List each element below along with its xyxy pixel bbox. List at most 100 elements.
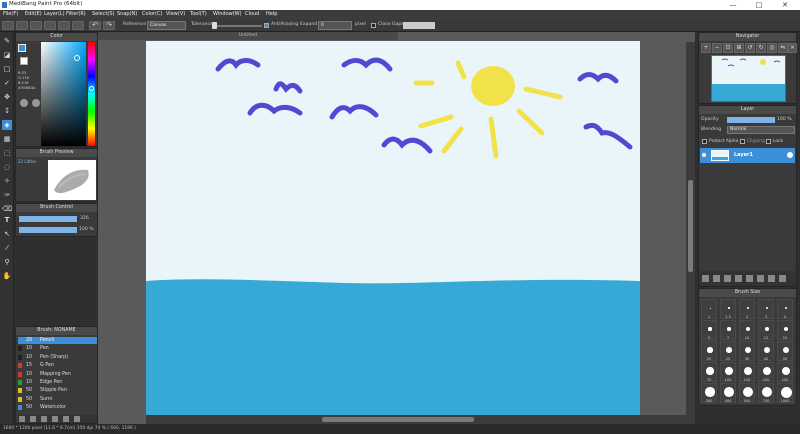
move-layer-down-icon[interactable] [768, 275, 775, 282]
redo-icon[interactable]: ↷ [103, 21, 115, 30]
layer-folder-icon[interactable] [746, 275, 753, 282]
menu-tool[interactable]: Tool(T) [190, 10, 207, 19]
text-tool-icon[interactable]: T [2, 215, 12, 225]
brush-size-option[interactable]: 50 [777, 341, 793, 361]
brush-size-option[interactable]: 250 [777, 362, 793, 382]
navigator-thumbnail[interactable] [711, 55, 786, 102]
brush-size-option[interactable]: 150 [739, 362, 755, 382]
brush-list-item[interactable]: 50 Sumi [18, 396, 97, 403]
brush-size-option[interactable]: 25 [720, 341, 736, 361]
menu-file[interactable]: File(F) [3, 10, 18, 19]
clipping-checkbox[interactable] [740, 139, 745, 144]
brush-size-option[interactable]: 1 [701, 299, 717, 319]
tolerance-slider-handle[interactable] [212, 22, 217, 29]
line-tool-icon[interactable]: ✓ [2, 78, 12, 88]
minimize-button[interactable]: — [722, 0, 744, 10]
operation-tool-icon[interactable]: ↖ [2, 229, 12, 239]
hand-tool-icon[interactable]: ✋ [2, 271, 12, 281]
navigator-close-icon[interactable]: × [788, 43, 797, 53]
menu-select[interactable]: Select(S) [92, 10, 115, 19]
share-icon[interactable] [58, 21, 70, 30]
menu-window[interactable]: Window(W) [213, 10, 242, 19]
select-pen-tool-icon[interactable]: ✑ [2, 190, 12, 200]
gradient-tool-icon[interactable]: ▦ [2, 134, 12, 144]
drawing-canvas[interactable] [146, 41, 640, 415]
protect-alpha-checkbox[interactable] [702, 139, 707, 144]
color-history-icon[interactable] [32, 99, 40, 107]
rotate-icon[interactable] [72, 21, 84, 30]
save-icon[interactable] [30, 21, 42, 30]
layer-opacity-slider[interactable] [727, 117, 775, 123]
brush-size-option[interactable]: 2 [739, 299, 755, 319]
menu-color[interactable]: Color(C) [142, 10, 162, 19]
zoom-in-icon[interactable]: + [701, 43, 711, 53]
brush-size-option[interactable]: 40 [758, 341, 774, 361]
undo-icon[interactable]: ↶ [89, 21, 101, 30]
brush-list-item[interactable]: 20 Pencil [18, 337, 97, 344]
background-color-swatch[interactable] [20, 57, 28, 65]
brush-list-item[interactable]: 10 Pen [18, 345, 97, 352]
foreground-color-swatch[interactable] [18, 44, 26, 52]
expand-input[interactable]: 0 [318, 21, 352, 30]
delete-brush-icon[interactable] [74, 416, 80, 422]
brush-size-option[interactable]: 5 [701, 320, 717, 340]
add-brush-icon[interactable] [19, 416, 25, 422]
gap-size-slider[interactable] [403, 22, 435, 29]
new-layer-icon[interactable] [702, 275, 709, 282]
rectangle-tool-icon[interactable]: □ [2, 64, 12, 74]
zoom-tool-icon[interactable]: ⚲ [2, 257, 12, 267]
brush-size-option[interactable]: 70 [701, 362, 717, 382]
menu-help[interactable]: Help [266, 10, 277, 19]
reference-select[interactable]: Canvas [147, 21, 186, 30]
horizontal-scrollbar-thumb[interactable] [322, 417, 474, 422]
brush-size-option[interactable]: 15 [777, 320, 793, 340]
lasso-tool-icon[interactable]: ◌ [2, 162, 12, 172]
brush-size-option[interactable]: 100 [720, 362, 736, 382]
zoom-out-icon[interactable]: − [712, 43, 722, 53]
reset-rotation-icon[interactable]: ◎ [767, 43, 777, 53]
copy-brush-icon[interactable] [30, 416, 36, 422]
blending-select[interactable]: Normal [727, 126, 795, 134]
color-picker-cursor[interactable] [74, 55, 80, 61]
antialiasing-checkbox[interactable] [264, 23, 269, 28]
color-mode-icon[interactable] [20, 99, 28, 107]
brush-size-option[interactable]: 1000 [777, 383, 793, 403]
brush-size-option[interactable]: 20 [701, 341, 717, 361]
brush-size-option[interactable]: 7 [720, 320, 736, 340]
delete-layer-icon[interactable] [779, 275, 786, 282]
rotate-right-icon[interactable]: ↻ [756, 43, 766, 53]
transform-tool-icon[interactable]: ↧ [2, 106, 12, 116]
folder-brush-icon[interactable] [63, 416, 69, 422]
new-halftone-layer-icon[interactable] [713, 275, 720, 282]
maximize-button[interactable]: □ [748, 0, 770, 10]
hue-slider[interactable] [88, 42, 95, 146]
brush-size-option[interactable]: 700 [758, 383, 774, 403]
brush-list-item[interactable]: 50 Watercolor [18, 404, 97, 411]
eraser-tool-icon[interactable]: ◪ [2, 50, 12, 60]
rotate-left-icon[interactable]: ↺ [745, 43, 755, 53]
move-layer-up-icon[interactable] [757, 275, 764, 282]
brush-settings-icon[interactable] [41, 416, 47, 422]
brush-size-option[interactable]: 3 [758, 299, 774, 319]
zoom-fit-icon[interactable]: ⊡ [723, 43, 733, 53]
tolerance-slider-track[interactable] [212, 25, 262, 27]
hue-slider-handle[interactable] [89, 86, 94, 91]
menu-cloud[interactable]: Cloud [245, 10, 259, 19]
bucket-tool-icon[interactable]: ◈ [2, 120, 12, 130]
vertical-scrollbar-thumb[interactable] [688, 180, 693, 272]
menu-edit[interactable]: Edit(E) [25, 10, 42, 19]
open-folder-icon[interactable] [16, 21, 28, 30]
brush-list-item[interactable]: 50 Stipple Pen [18, 387, 97, 394]
flip-horizontal-icon[interactable]: ⇋ [778, 43, 788, 53]
brush-list-item[interactable]: 10 Mapping Pen [18, 371, 97, 378]
menu-view[interactable]: View(V) [166, 10, 185, 19]
brush-preview-item[interactable]: 22 Littles [18, 159, 37, 164]
cloud-icon[interactable] [44, 21, 56, 30]
brush-opacity-slider[interactable] [19, 227, 77, 233]
layer-row[interactable]: Layer1 [700, 148, 795, 163]
brush-list-item[interactable]: 10 Edge Pen [18, 379, 97, 386]
brush-size-option[interactable]: 400 [720, 383, 736, 403]
layer-settings-icon[interactable] [787, 152, 793, 158]
select-tool-icon[interactable]: ⬚ [2, 148, 12, 158]
brush-size-slider[interactable] [19, 216, 77, 222]
